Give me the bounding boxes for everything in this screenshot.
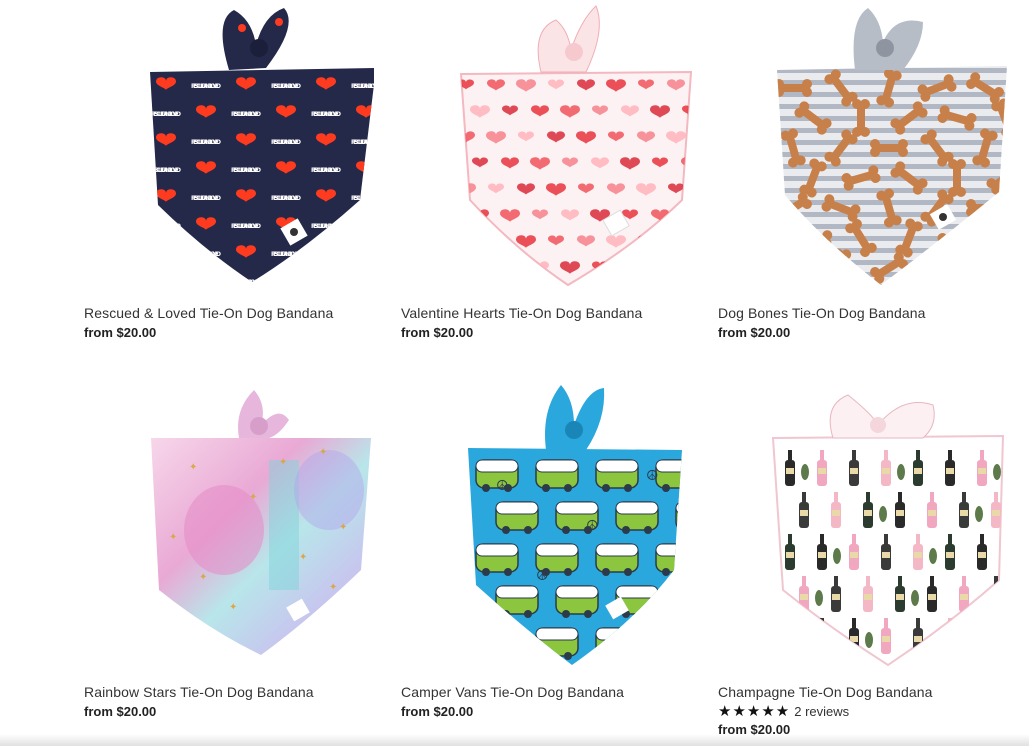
svg-text:RESCUED AND LOVED: RESCUED AND LOVED bbox=[231, 167, 261, 174]
product-price: from $20.00 bbox=[401, 704, 474, 719]
svg-text:✦: ✦ bbox=[319, 447, 327, 458]
svg-text:RESCUED AND LOVED: RESCUED AND LOVED bbox=[271, 195, 301, 202]
svg-text:RESCUED AND LOVED: RESCUED AND LOVED bbox=[151, 279, 181, 286]
product-title[interactable]: Camper Vans Tie-On Dog Bandana bbox=[401, 684, 624, 700]
svg-text:RESCUED AND LOVED: RESCUED AND LOVED bbox=[151, 111, 181, 118]
bottom-fade-divider bbox=[0, 734, 1029, 746]
product-image[interactable]: RESCUED AND LOVED RESCUED AND LOVED RESCUE… bbox=[104, 0, 404, 290]
product-price: from $20.00 bbox=[718, 325, 791, 340]
svg-text:✦: ✦ bbox=[299, 552, 307, 563]
svg-text:RESCUED AND LOVED: RESCUED AND LOVED bbox=[191, 251, 221, 258]
svg-text:RESCUED AND LOVED: RESCUED AND LOVED bbox=[311, 167, 341, 174]
svg-text:✦: ✦ bbox=[279, 457, 287, 468]
svg-text:RESCUED AND LOVED: RESCUED AND LOVED bbox=[351, 83, 374, 90]
product-image[interactable] bbox=[738, 380, 1029, 670]
product-rating[interactable]: ★★★★★ 2 reviews bbox=[718, 702, 849, 720]
svg-text:RESCUED AND LOVED: RESCUED AND LOVED bbox=[351, 251, 374, 258]
svg-text:✦: ✦ bbox=[329, 582, 337, 593]
product-grid: RESCUED AND LOVED RESCUED AND LOVED RESCUE… bbox=[0, 0, 1029, 746]
svg-text:☮: ☮ bbox=[646, 468, 659, 484]
svg-text:☮: ☮ bbox=[536, 568, 549, 584]
svg-text:RESCUED AND LOVED: RESCUED AND LOVED bbox=[271, 83, 301, 90]
svg-text:✦: ✦ bbox=[189, 462, 197, 473]
svg-text:✦: ✦ bbox=[339, 522, 347, 533]
svg-text:✦: ✦ bbox=[169, 532, 177, 543]
product-price: from $20.00 bbox=[84, 325, 157, 340]
product-price: from $20.00 bbox=[84, 704, 157, 719]
svg-text:✦: ✦ bbox=[229, 602, 237, 613]
product-title[interactable]: Dog Bones Tie-On Dog Bandana bbox=[718, 305, 926, 321]
product-image[interactable]: ✦ ✦ ✦ ✦ ✦ ✦ ✦ ✦ ✦ ✦ bbox=[104, 380, 404, 670]
svg-text:RESCUED AND LOVED: RESCUED AND LOVED bbox=[151, 223, 181, 230]
product-title[interactable]: Rainbow Stars Tie-On Dog Bandana bbox=[84, 684, 314, 700]
svg-text:RESCUED AND LOVED: RESCUED AND LOVED bbox=[351, 139, 374, 146]
svg-text:RESCUED AND LOVED: RESCUED AND LOVED bbox=[271, 139, 301, 146]
svg-text:RESCUED AND LOVED: RESCUED AND LOVED bbox=[311, 223, 341, 230]
svg-text:RESCUED AND LOVED: RESCUED AND LOVED bbox=[231, 111, 261, 118]
svg-text:✦: ✦ bbox=[199, 572, 207, 583]
svg-text:RESCUED AND LOVED: RESCUED AND LOVED bbox=[271, 251, 301, 258]
svg-text:RESCUED AND LOVED: RESCUED AND LOVED bbox=[351, 195, 374, 202]
product-price: from $20.00 bbox=[401, 325, 474, 340]
svg-text:✦: ✦ bbox=[249, 492, 257, 503]
svg-text:RESCUED AND LOVED: RESCUED AND LOVED bbox=[151, 167, 181, 174]
svg-text:RESCUED AND LOVED: RESCUED AND LOVED bbox=[311, 111, 341, 118]
star-rating-icon: ★★★★★ bbox=[718, 703, 791, 720]
product-image[interactable]: ☮ ☮ ☮ ☮ bbox=[421, 380, 721, 670]
product-title[interactable]: Valentine Hearts Tie-On Dog Bandana bbox=[401, 305, 642, 321]
product-image[interactable] bbox=[421, 0, 721, 290]
product-title[interactable]: Champagne Tie-On Dog Bandana bbox=[718, 684, 933, 700]
svg-text:☮: ☮ bbox=[586, 518, 599, 534]
product-title[interactable]: Rescued & Loved Tie-On Dog Bandana bbox=[84, 305, 333, 321]
review-count[interactable]: 2 reviews bbox=[794, 704, 849, 719]
svg-text:☮: ☮ bbox=[496, 478, 509, 494]
svg-text:RESCUED AND LOVED: RESCUED AND LOVED bbox=[231, 223, 261, 230]
product-image[interactable] bbox=[738, 0, 1029, 290]
svg-text:RESCUED AND LOVED: RESCUED AND LOVED bbox=[191, 139, 221, 146]
svg-text:RESCUED AND LOVED: RESCUED AND LOVED bbox=[231, 279, 261, 286]
svg-text:RESCUED AND LOVED: RESCUED AND LOVED bbox=[191, 195, 221, 202]
svg-text:RESCUED AND LOVED: RESCUED AND LOVED bbox=[311, 279, 341, 286]
svg-text:RESCUED AND LOVED: RESCUED AND LOVED bbox=[191, 83, 221, 90]
